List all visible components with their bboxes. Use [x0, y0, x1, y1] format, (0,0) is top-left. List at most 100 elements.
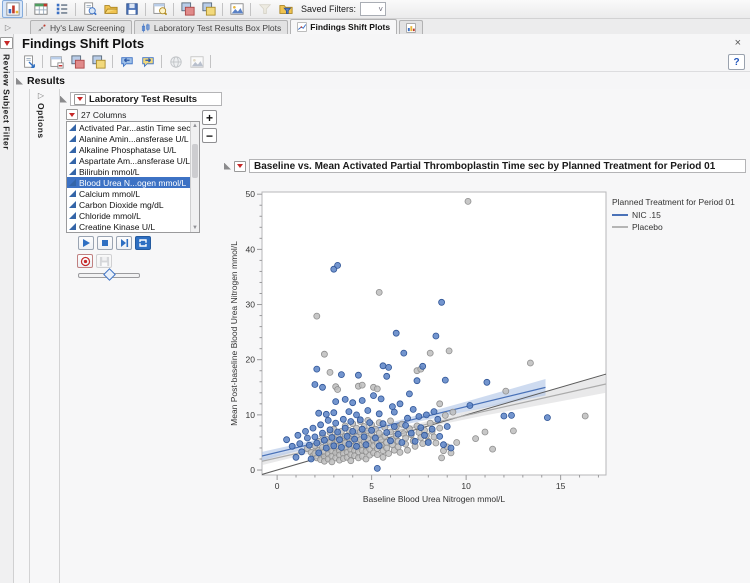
remove-test-button[interactable]: − [202, 128, 217, 143]
scatter-point[interactable] [314, 366, 320, 372]
scatter-point[interactable] [363, 442, 369, 448]
red-triangle-menu-icon[interactable] [66, 109, 78, 120]
scatter-point[interactable] [482, 429, 488, 435]
red-triangle-menu-icon[interactable] [0, 37, 13, 49]
scatter-point[interactable] [442, 377, 448, 383]
scatter-point[interactable] [444, 424, 450, 430]
x-tick-label[interactable]: 15 [556, 481, 566, 491]
scatter-point[interactable] [446, 348, 452, 354]
scatter-point[interactable] [374, 465, 380, 471]
report-add-icon[interactable] [18, 53, 39, 71]
speed-slider[interactable] [78, 270, 140, 278]
scatter-point[interactable] [509, 412, 515, 418]
scatter-point[interactable] [582, 413, 588, 419]
scatter-point[interactable] [412, 438, 418, 444]
list-item[interactable]: Calcium mmol/L [67, 188, 190, 199]
y-tick-label[interactable]: 0 [250, 465, 255, 475]
disclosure-open-icon[interactable] [224, 163, 231, 170]
scatter-point[interactable] [329, 435, 335, 441]
scatter-point[interactable] [416, 414, 422, 420]
scatter-point[interactable] [378, 396, 384, 402]
scatter-point[interactable] [372, 435, 378, 441]
scatter-point[interactable] [391, 424, 397, 430]
step-button[interactable] [116, 236, 132, 250]
scatter-point[interactable] [403, 422, 409, 428]
scatter-point[interactable] [405, 415, 411, 421]
x-axis-title[interactable]: Baseline Blood Urea Nitrogen mmol/L [363, 494, 505, 504]
column-list-icon[interactable] [51, 0, 72, 18]
scatter-point[interactable] [397, 401, 403, 407]
scatter-point[interactable] [425, 440, 431, 446]
scatter-point[interactable] [335, 429, 341, 435]
window-badge-icon[interactable] [46, 53, 67, 71]
scatter-point[interactable] [284, 437, 290, 443]
scatter-point[interactable] [346, 409, 352, 415]
scatter-point[interactable] [371, 393, 377, 399]
scatter-point[interactable] [380, 454, 386, 460]
scatter-point[interactable] [414, 378, 420, 384]
loop-button[interactable] [135, 236, 151, 250]
list-scrollbar[interactable]: ▲ ▼ [190, 122, 199, 232]
scatter-point[interactable] [454, 440, 460, 446]
list-item[interactable]: Alanine Amin...ansferase U/L [67, 133, 190, 144]
scatter-point[interactable] [429, 426, 435, 432]
scatter-point[interactable] [321, 351, 327, 357]
open-folder-icon[interactable] [100, 0, 121, 18]
scatter-point[interactable] [306, 442, 312, 448]
scatter-point[interactable] [289, 443, 295, 449]
tab-chart[interactable] [399, 20, 423, 34]
image-icon[interactable] [226, 0, 247, 18]
scatter-point[interactable] [376, 289, 382, 295]
scatter-point[interactable] [467, 403, 473, 409]
scatter-point[interactable] [374, 452, 380, 458]
scatter-point[interactable] [427, 350, 433, 356]
scatter-point[interactable] [510, 428, 516, 434]
windows-yellow-icon[interactable] [88, 53, 109, 71]
scatter-point[interactable] [395, 431, 401, 437]
scatter-point[interactable] [304, 435, 310, 441]
windows-red-icon[interactable] [67, 53, 88, 71]
x-tick-label[interactable]: 10 [461, 481, 471, 491]
scatter-point[interactable] [391, 409, 397, 415]
scatter-point[interactable] [420, 363, 426, 369]
scatter-point[interactable] [410, 406, 416, 412]
scrollbar-thumb[interactable] [192, 144, 198, 178]
scatter-point[interactable] [544, 415, 550, 421]
scatter-point[interactable] [384, 373, 390, 379]
list-item[interactable]: Blood Urea N...ogen mmol/L [67, 177, 190, 188]
record-button[interactable] [77, 254, 93, 268]
scatter-point[interactable] [380, 363, 386, 369]
scatter-point[interactable] [386, 451, 392, 457]
scatter-point[interactable] [344, 433, 350, 439]
legend-item[interactable]: Placebo [612, 222, 735, 232]
scatter-point[interactable] [348, 419, 354, 425]
scatter-point[interactable] [321, 437, 327, 443]
scatter-point[interactable] [376, 443, 382, 449]
scatter-point[interactable] [473, 436, 479, 442]
scatter-point[interactable] [361, 434, 367, 440]
disclosure-open-icon[interactable] [16, 78, 23, 85]
scatter-point[interactable] [437, 401, 443, 407]
scroll-down-icon[interactable]: ▼ [191, 224, 199, 232]
scatter-point[interactable] [369, 427, 375, 433]
scatter-point[interactable] [442, 412, 448, 418]
y-tick-label[interactable]: 50 [246, 189, 256, 199]
scatter-point[interactable] [437, 425, 443, 431]
list-item[interactable]: Chloride mmol/L [67, 210, 190, 221]
scatter-point[interactable] [399, 440, 405, 446]
scatter-point[interactable] [354, 443, 360, 449]
add-test-button[interactable]: + [202, 110, 217, 125]
red-triangle-menu-icon[interactable] [74, 94, 86, 105]
report-search-icon[interactable] [79, 0, 100, 18]
scatter-point[interactable] [465, 198, 471, 204]
legend-item[interactable]: NIC .15 [612, 210, 735, 220]
scatter-point[interactable] [389, 404, 395, 410]
scatter-point[interactable] [435, 416, 441, 422]
scatter-point[interactable] [338, 372, 344, 378]
scatter-point[interactable] [384, 430, 390, 436]
scatter-point[interactable] [431, 409, 437, 415]
filter-icon[interactable] [254, 0, 275, 18]
scatter-point[interactable] [359, 426, 365, 432]
y-tick-label[interactable]: 10 [246, 410, 256, 420]
red-triangle-menu-icon[interactable] [234, 161, 246, 172]
